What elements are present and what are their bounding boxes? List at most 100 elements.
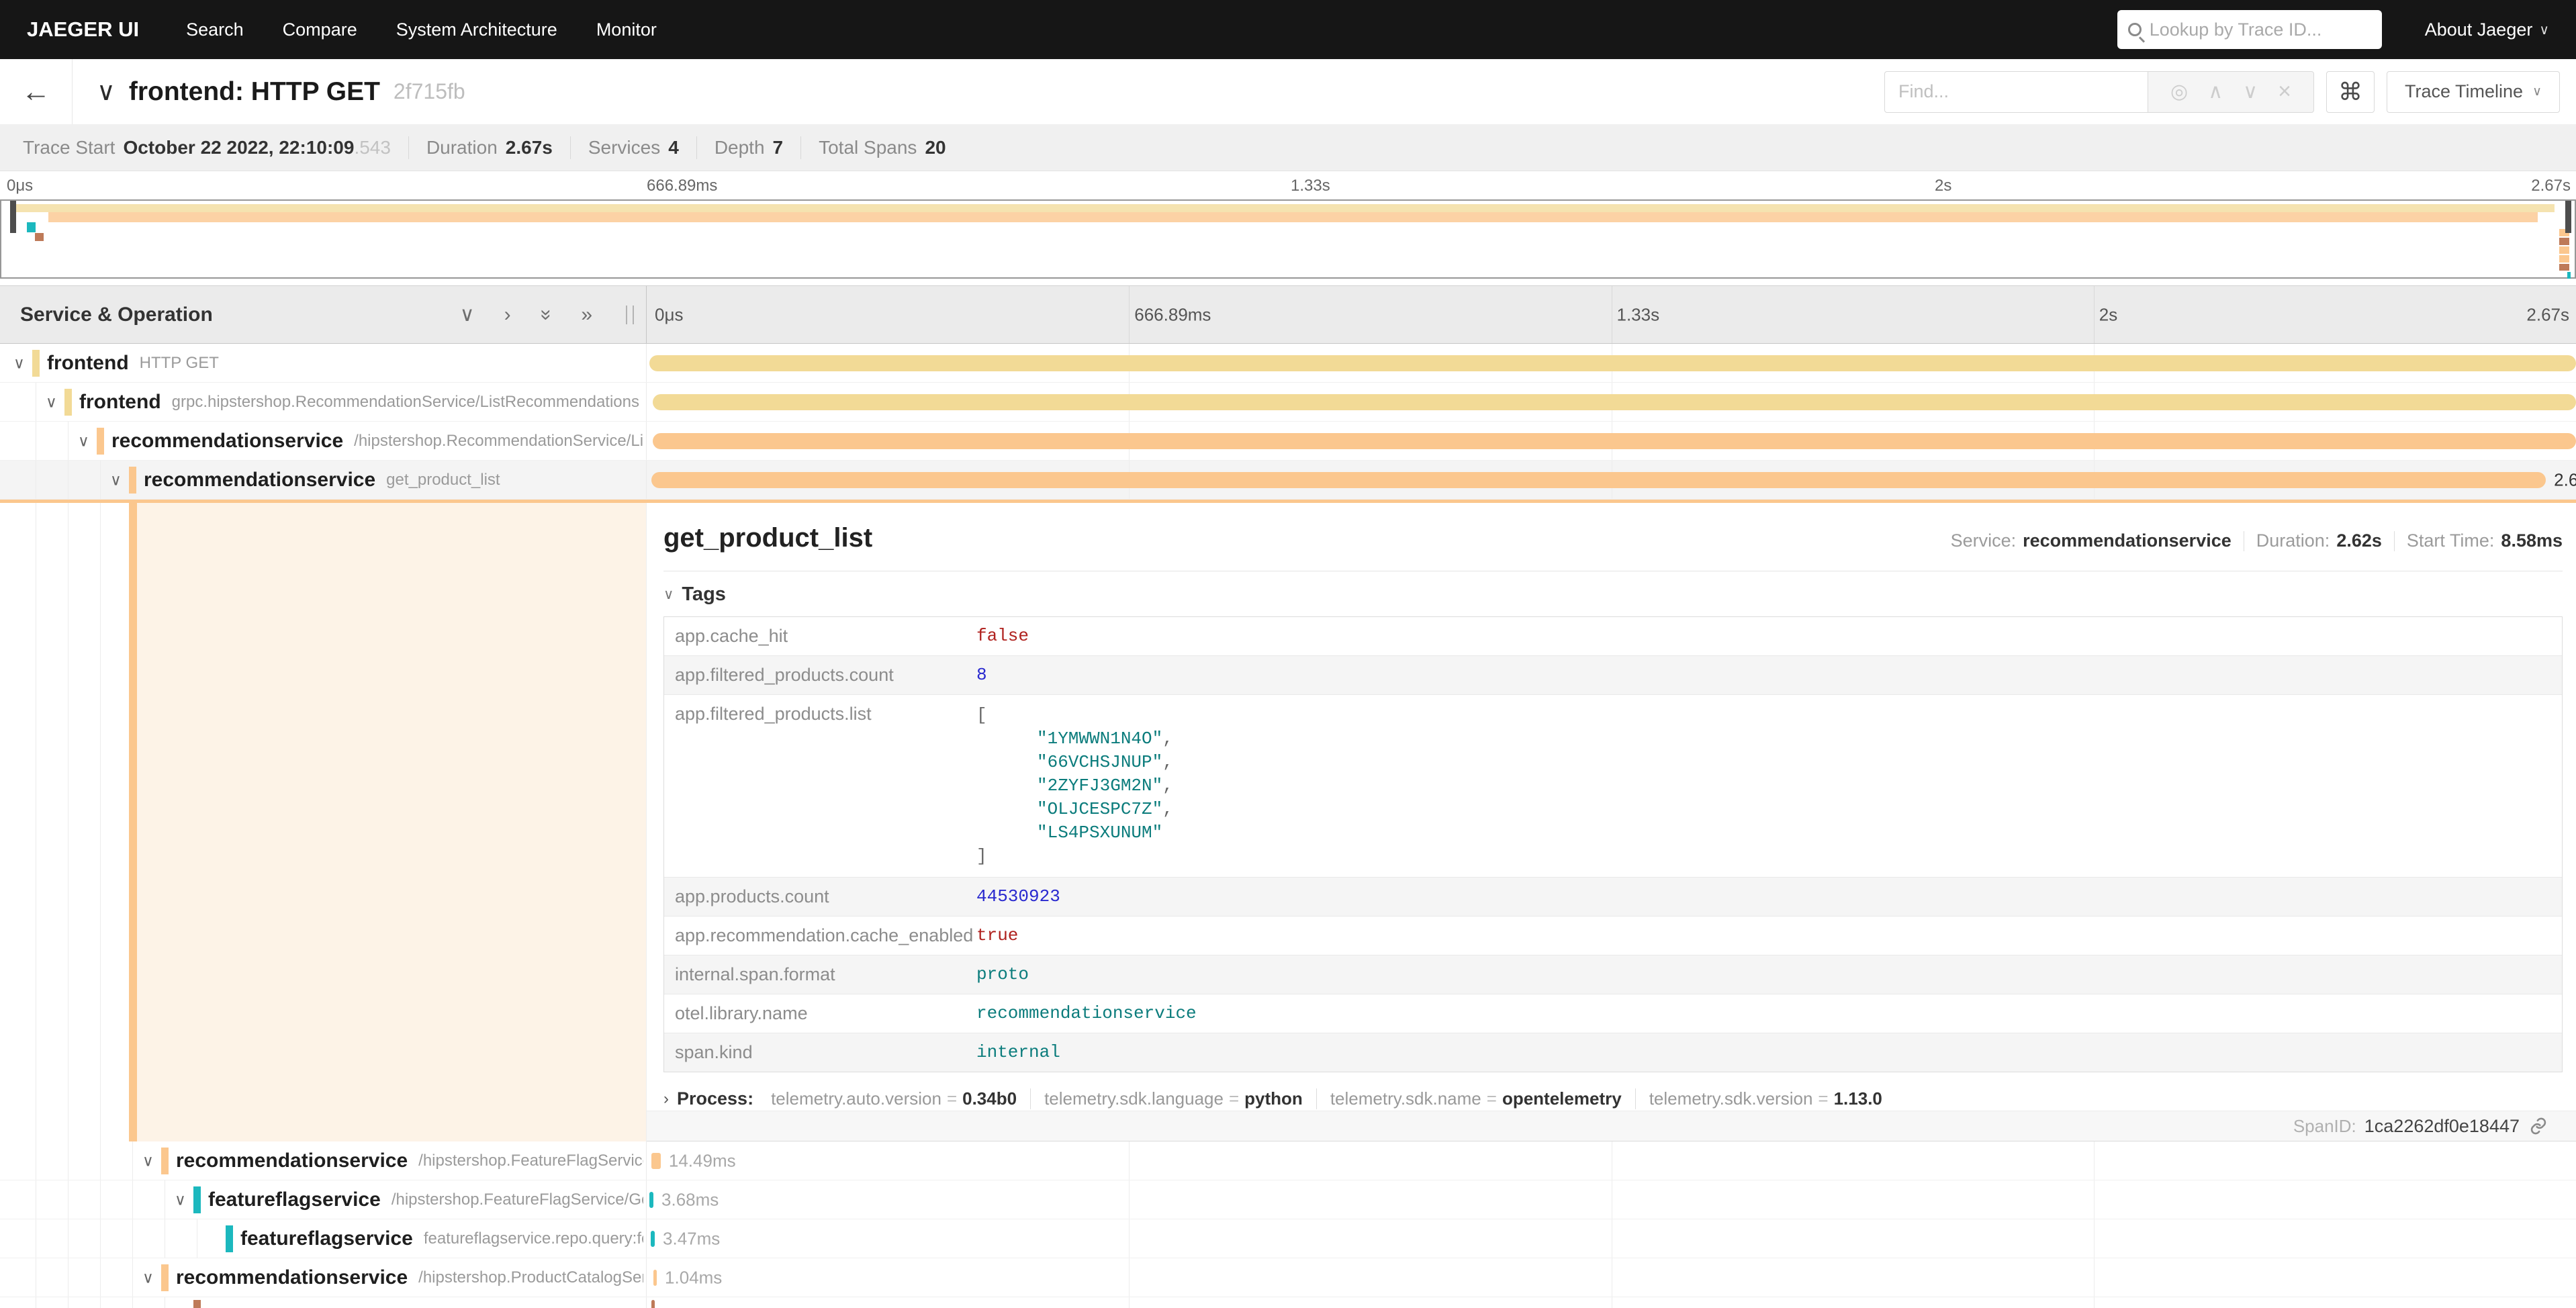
brand-logo[interactable]: JAEGER UI	[27, 17, 139, 42]
span-duration-bar[interactable]	[651, 1153, 661, 1169]
span-row[interactable]: ∨featureflagservice/hipstershop.FeatureF…	[0, 1180, 2576, 1219]
span-toggle-chevron-icon[interactable]: ∨	[110, 471, 122, 489]
span-timeline-cell[interactable]: 14.49ms	[647, 1141, 2576, 1180]
process-key: telemetry.sdk.name	[1330, 1088, 1481, 1109]
indent-guide	[100, 1141, 101, 1180]
span-row[interactable]: ∨recommendationservice/hipstershop.Featu…	[0, 1141, 2576, 1180]
collapse-deep-icon[interactable]: »	[536, 309, 556, 320]
column-resizer-handle[interactable]	[626, 306, 634, 324]
gridline	[1129, 1219, 1130, 1258]
span-timeline-cell[interactable]	[647, 383, 2576, 421]
minimap-tick-label: 1.33s	[1291, 177, 1330, 195]
stat-value: 4	[668, 137, 679, 158]
view-selector-button[interactable]: Trace Timeline ∨	[2387, 71, 2560, 113]
span-row[interactable]: ∨frontendgrpc.hipstershop.Recommendation…	[0, 383, 2576, 422]
span-toggle-chevron-icon[interactable]: ∨	[142, 1152, 154, 1170]
span-timeline-cell[interactable]: 2.62s	[647, 461, 2576, 499]
gridline	[2094, 1141, 2095, 1180]
span-toggle-chevron-icon[interactable]: ∨	[142, 1268, 154, 1287]
span-row[interactable]: ∨recommendationservice/hipstershop.Produ…	[0, 1258, 2576, 1297]
span-name-cell[interactable]: ∨frontendgrpc.hipstershop.Recommendation…	[0, 383, 647, 421]
service-color-bar	[129, 467, 136, 494]
span-name-cell[interactable]: ∨frontendHTTP GET	[0, 344, 647, 382]
focus-match-icon[interactable]: ◎	[2170, 80, 2188, 103]
prev-match-icon[interactable]: ∧	[2208, 80, 2223, 103]
nav-item-search[interactable]: Search	[186, 19, 244, 40]
tag-row[interactable]: internal.span.formatproto	[664, 955, 2562, 994]
next-match-icon[interactable]: ∨	[2243, 80, 2258, 103]
span-duration-bar[interactable]	[651, 1300, 655, 1308]
detail-meta-label: Service:	[1951, 530, 2017, 551]
find-input[interactable]	[1884, 71, 2148, 113]
trace-id-lookup-input[interactable]	[2150, 19, 2387, 40]
span-timeline-cell[interactable]	[647, 1297, 2576, 1308]
span-name-cell[interactable]: ∨recommendationservice/hipstershop.Produ…	[0, 1258, 647, 1297]
tag-row[interactable]: app.cache_hitfalse	[664, 617, 2562, 655]
span-timeline-cell[interactable]: 1.04ms	[647, 1258, 2576, 1297]
span-toggle-chevron-icon[interactable]: ∨	[78, 432, 89, 450]
keyboard-shortcuts-button[interactable]: ⌘	[2326, 71, 2375, 113]
minimap-canvas[interactable]	[0, 199, 2576, 279]
clear-find-icon[interactable]: ×	[2278, 79, 2291, 105]
span-name-cell[interactable]: ∨featureflagservice/hipstershop.FeatureF…	[0, 1180, 647, 1219]
span-name-cell[interactable]	[0, 1297, 647, 1308]
span-name-cell[interactable]: ∨recommendationservice/hipstershop.Featu…	[0, 1141, 647, 1180]
tag-row[interactable]: app.filtered_products.list["1YMWWN1N4O",…	[664, 694, 2562, 877]
span-duration-bar[interactable]	[653, 394, 2576, 410]
span-toggle-chevron-icon[interactable]: ∨	[175, 1190, 186, 1209]
span-timeline-cell[interactable]: 3.68ms	[647, 1180, 2576, 1219]
indent-guide	[100, 1297, 101, 1308]
divider	[570, 136, 571, 159]
tag-row[interactable]: app.products.count44530923	[664, 877, 2562, 916]
nav-item-system-architecture[interactable]: System Architecture	[396, 19, 557, 40]
span-timeline-cell[interactable]	[647, 344, 2576, 382]
find-nav-buttons: ◎ ∧ ∨ ×	[2148, 71, 2314, 113]
span-name-cell[interactable]: ∨recommendationserviceget_product_list	[0, 461, 647, 499]
process-row[interactable]: › Process: telemetry.auto.version=0.34b0…	[663, 1088, 2576, 1109]
minimap-right-scrubber-handle[interactable]	[2565, 201, 2571, 233]
collapse-all-icon[interactable]: ∨	[460, 305, 475, 325]
tag-row[interactable]: otel.library.namerecommendationservice	[664, 994, 2562, 1033]
span-toggle-chevron-icon[interactable]: ∨	[46, 393, 57, 411]
process-key: telemetry.sdk.version	[1649, 1088, 1813, 1109]
span-duration-bar[interactable]	[649, 355, 2576, 371]
tag-value: internal	[976, 1033, 2562, 1071]
span-rows: ∨frontendHTTP GET∨frontendgrpc.hipstersh…	[0, 344, 2576, 1308]
span-row[interactable]	[0, 1297, 2576, 1308]
json-list-item: "66VCHSJNUP",	[976, 751, 2562, 774]
span-row[interactable]: featureflagservicefeatureflagservice.rep…	[0, 1219, 2576, 1258]
span-row[interactable]: ∨recommendationservice/hipstershop.Recom…	[0, 422, 2576, 461]
span-row[interactable]: ∨frontendHTTP GET	[0, 344, 2576, 383]
span-duration-bar[interactable]	[653, 1270, 657, 1286]
span-duration-bar[interactable]	[649, 1192, 653, 1208]
span-row[interactable]: ∨recommendationserviceget_product_list2.…	[0, 461, 2576, 500]
copy-link-icon[interactable]	[2529, 1117, 2548, 1135]
expand-all-icon[interactable]: »	[581, 305, 592, 325]
tags-section-toggle[interactable]: ∨ Tags	[663, 583, 2576, 606]
span-operation-name: grpc.hipstershop.RecommendationService/L…	[172, 393, 639, 412]
collapse-header-chevron-icon[interactable]: ∨	[97, 77, 116, 107]
process-value: python	[1244, 1088, 1303, 1109]
tag-row[interactable]: app.recommendation.cache_enabledtrue	[664, 916, 2562, 955]
tag-row[interactable]: span.kindinternal	[664, 1033, 2562, 1072]
back-button[interactable]: ←	[0, 59, 73, 124]
span-name-cell[interactable]: ∨recommendationservice/hipstershop.Recom…	[0, 422, 647, 460]
nav-item-compare[interactable]: Compare	[283, 19, 357, 40]
expand-one-icon[interactable]: ›	[504, 305, 511, 325]
about-jaeger-menu[interactable]: About Jaeger ∨	[2425, 19, 2549, 40]
span-name-cell[interactable]: featureflagservicefeatureflagservice.rep…	[0, 1219, 647, 1258]
nav-item-monitor[interactable]: Monitor	[596, 19, 657, 40]
span-timeline-cell[interactable]: 3.47ms	[647, 1219, 2576, 1258]
span-duration-bar[interactable]	[651, 472, 2546, 488]
span-detail-row: get_product_list Service:recommendations…	[0, 500, 2576, 1141]
span-duration-bar[interactable]	[653, 433, 2576, 449]
span-duration-bar[interactable]	[651, 1231, 655, 1247]
gridline	[2094, 1297, 2095, 1308]
span-toggle-chevron-icon[interactable]: ∨	[13, 354, 25, 372]
span-timeline-cell[interactable]	[647, 422, 2576, 460]
divider	[2394, 531, 2395, 551]
span-duration-label: 1.04ms	[665, 1267, 722, 1288]
minimap-left-scrubber-handle[interactable]	[10, 201, 16, 233]
view-selector-label: Trace Timeline	[2405, 81, 2523, 102]
tag-row[interactable]: app.filtered_products.count8	[664, 655, 2562, 694]
